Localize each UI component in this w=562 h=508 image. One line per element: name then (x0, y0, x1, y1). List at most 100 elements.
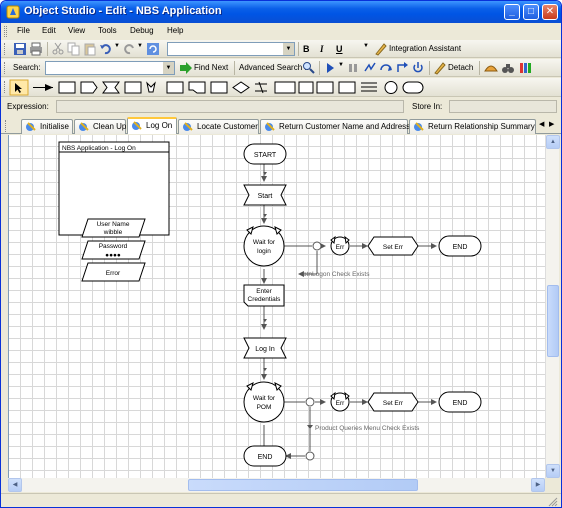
undo-icon[interactable] (99, 42, 113, 56)
process-tool[interactable] (210, 81, 228, 94)
note-tool[interactable] (188, 81, 206, 94)
menu-view[interactable]: View (68, 26, 85, 35)
start-stage[interactable]: START (243, 143, 287, 165)
tab-return-relationship-summary[interactable]: Return Relationship Summary (409, 119, 536, 134)
err-anchor-2[interactable]: Err (330, 391, 350, 412)
navigate-tool[interactable] (80, 81, 98, 94)
detach-icon[interactable] (433, 61, 447, 75)
save-icon[interactable] (13, 42, 27, 56)
set-err-stage-1[interactable]: Set Err (367, 236, 419, 256)
maximize-button[interactable]: □ (523, 4, 539, 20)
data-item-password[interactable]: Password ●●●● (81, 240, 146, 260)
action-tool[interactable] (58, 81, 76, 94)
toolbar-grip[interactable] (4, 43, 7, 55)
format-dropdown-icon[interactable]: ▼ (363, 43, 369, 49)
tab-locate-customer[interactable]: Locate Customer (178, 119, 259, 134)
menu-tools[interactable]: Tools (98, 26, 117, 35)
end-stage-3[interactable]: END (243, 445, 287, 467)
collection-tool[interactable] (316, 81, 334, 94)
step-over-icon[interactable] (379, 61, 393, 75)
print-icon[interactable] (29, 42, 43, 56)
tab-clean-up[interactable]: Clean Up (74, 119, 126, 134)
integration-assistant-icon[interactable] (374, 42, 388, 56)
choice-node[interactable] (305, 397, 315, 407)
choice-node[interactable] (305, 451, 315, 461)
paste-icon[interactable] (83, 42, 97, 56)
wait-tool[interactable] (146, 81, 156, 93)
pause-icon[interactable] (346, 61, 360, 75)
tab-return-customer-name-and-address[interactable]: Return Customer Name and Address (260, 119, 410, 134)
search-icon[interactable] (302, 61, 316, 75)
library-icon[interactable] (519, 61, 533, 75)
enter-credentials-stage[interactable]: Enter Credentials (243, 284, 285, 307)
cut-icon[interactable] (51, 42, 65, 56)
menu-debug[interactable]: Debug (130, 26, 154, 35)
page-tool[interactable] (274, 81, 296, 94)
start-page-stage[interactable]: Start (243, 184, 287, 206)
advanced-search-button[interactable]: Advanced Search ... (239, 63, 311, 72)
scroll-down-icon[interactable]: ▼ (546, 464, 560, 478)
find-next-button[interactable]: Find Next (194, 63, 228, 72)
resize-grip-icon[interactable] (548, 497, 558, 507)
wait-for-login-stage[interactable]: Wait for login (243, 225, 285, 267)
vertical-scrollbar[interactable]: ▲ ▼ (545, 135, 560, 478)
log-in-stage[interactable]: Log In (243, 337, 287, 359)
tab-strip-grip[interactable] (5, 120, 8, 132)
expression-input[interactable] (56, 100, 404, 113)
decision-tool[interactable] (232, 81, 250, 94)
reset-icon[interactable] (411, 61, 425, 75)
bold-button[interactable]: B (303, 44, 310, 54)
chevron-down-icon[interactable]: ▼ (163, 62, 174, 74)
store-in-input[interactable] (449, 100, 557, 113)
scroll-up-icon[interactable]: ▲ (546, 135, 560, 149)
binoculars-icon[interactable] (501, 61, 515, 75)
redo-dropdown-icon[interactable]: ▼ (137, 43, 143, 49)
horizontal-scrollbar[interactable]: ◀ ▶ (8, 478, 545, 492)
err-anchor-1[interactable]: Err (330, 235, 350, 256)
redo-icon[interactable] (122, 42, 136, 56)
play-icon[interactable] (323, 61, 337, 75)
end-tool[interactable] (402, 81, 424, 94)
wait-for-pom-stage[interactable]: Wait for POM (243, 381, 285, 423)
horizontal-scroll-thumb[interactable] (188, 479, 418, 491)
data-item-error[interactable]: Error (81, 262, 146, 282)
data-item-tool[interactable] (338, 81, 356, 94)
scroll-left-icon[interactable]: ◀ (8, 478, 22, 492)
integration-assistant-button[interactable]: Integration Assistant (389, 44, 461, 53)
tab-log-on[interactable]: Log On (127, 117, 177, 134)
detach-button[interactable]: Detach (448, 63, 473, 72)
link-tool[interactable] (33, 84, 53, 91)
read-tool[interactable] (124, 81, 142, 94)
toolbar-grip[interactable] (4, 62, 7, 74)
end-stage-1[interactable]: END (438, 235, 482, 257)
minimize-button[interactable]: _ (504, 4, 520, 20)
application-modeller-icon[interactable] (484, 61, 498, 75)
step-icon[interactable] (363, 61, 377, 75)
data-item-username[interactable]: User Name wibble (81, 218, 146, 238)
underline-button[interactable]: U (336, 44, 343, 54)
toolbar-grip[interactable] (4, 26, 7, 37)
tab-scroll-right-icon[interactable]: ▶ (549, 120, 554, 128)
chevron-down-icon[interactable]: ▼ (283, 43, 294, 55)
close-button[interactable]: ✕ (542, 4, 558, 20)
scroll-right-icon[interactable]: ▶ (531, 478, 545, 492)
tab-initialise[interactable]: Initialise (21, 119, 73, 134)
menu-file[interactable]: File (17, 26, 30, 35)
set-err-stage-2[interactable]: Set Err (367, 392, 419, 412)
calculation-tool[interactable] (255, 81, 267, 94)
menu-edit[interactable]: Edit (42, 26, 56, 35)
copy-icon[interactable] (67, 42, 81, 56)
title-bar[interactable]: Object Studio - Edit - NBS Application _… (1, 1, 561, 23)
step-out-icon[interactable] (395, 61, 409, 75)
process-diagram-canvas[interactable]: NBS Application - Log On User Name wibbl… (8, 135, 545, 478)
search-input[interactable]: ▼ (45, 61, 175, 75)
vertical-scroll-thumb[interactable] (547, 285, 559, 357)
play-dropdown-icon[interactable]: ▼ (338, 62, 344, 68)
tab-scroll-left-icon[interactable]: ◀ (539, 120, 544, 128)
multi-calc-tool[interactable] (361, 82, 377, 92)
undo-dropdown-icon[interactable]: ▼ (114, 43, 120, 49)
code-tool[interactable] (166, 81, 184, 94)
find-next-icon[interactable] (179, 61, 193, 75)
choice-node[interactable] (312, 241, 322, 251)
anchor-tool[interactable] (384, 81, 398, 94)
